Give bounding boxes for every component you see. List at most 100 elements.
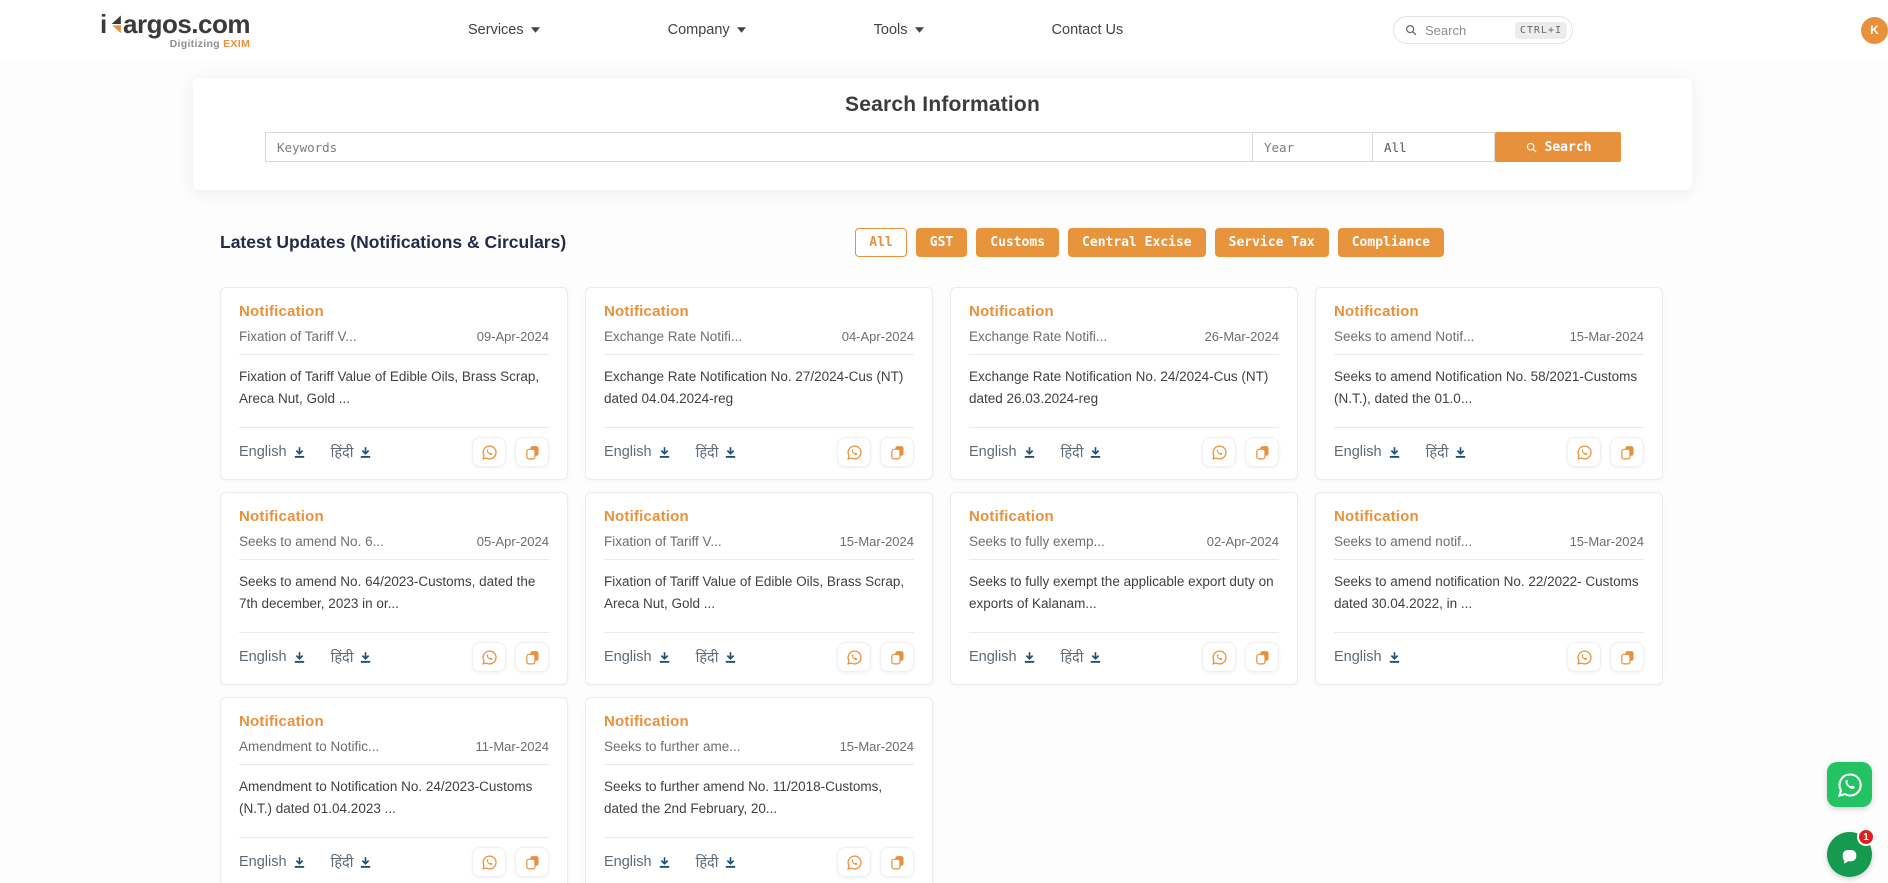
english-download-link[interactable]: English (239, 854, 307, 870)
shortcut-badge: CTRL+I (1515, 22, 1567, 39)
filter-button[interactable]: Service Tax (1215, 228, 1329, 257)
chat-widget-button[interactable]: 1 (1827, 832, 1872, 877)
user-avatar[interactable]: K (1861, 17, 1888, 44)
download-icon (723, 650, 738, 665)
header-search-input[interactable] (1425, 23, 1505, 38)
divider (239, 837, 549, 838)
divider (239, 427, 549, 428)
hindi-download-link[interactable]: हिंदी (331, 852, 374, 872)
card-subject[interactable]: Exchange Rate Notifi... (604, 329, 742, 344)
copy-button[interactable] (515, 847, 549, 877)
download-icon (358, 650, 373, 665)
divider (604, 559, 914, 560)
panel-title: Search Information (193, 93, 1692, 117)
card-subject[interactable]: Seeks to amend No. 6... (239, 534, 384, 549)
divider (239, 354, 549, 355)
category-select[interactable]: All (1372, 132, 1495, 162)
whatsapp-share-button[interactable] (837, 847, 871, 877)
card-subject[interactable]: Seeks to fully exemp... (969, 534, 1105, 549)
copy-button[interactable] (1245, 437, 1279, 467)
filter-button[interactable]: Central Excise (1068, 228, 1206, 257)
whatsapp-float-button[interactable] (1827, 762, 1872, 807)
card-type-label: Notification (969, 508, 1279, 525)
filter-button[interactable]: Compliance (1338, 228, 1444, 257)
card-subject-row: Fixation of Tariff V... 09-Apr-2024 (239, 329, 549, 344)
filter-button[interactable]: GST (916, 228, 967, 257)
divider (969, 354, 1279, 355)
filter-button[interactable]: All (855, 228, 906, 257)
card-subject-row: Seeks to fully exemp... 02-Apr-2024 (969, 534, 1279, 549)
english-download-link[interactable]: English (1334, 444, 1402, 460)
whatsapp-share-button[interactable] (1567, 437, 1601, 467)
top-navbar: i argos.com Digitizing EXIM Services Com… (0, 0, 1888, 60)
whatsapp-share-button[interactable] (837, 437, 871, 467)
whatsapp-icon (846, 854, 863, 871)
divider (969, 427, 1279, 428)
card-subject[interactable]: Fixation of Tariff V... (604, 534, 722, 549)
copy-button[interactable] (880, 642, 914, 672)
card-subject[interactable]: Seeks to amend notif... (1334, 534, 1472, 549)
keywords-input[interactable] (265, 132, 1253, 162)
copy-icon (889, 854, 906, 871)
whatsapp-icon (1211, 444, 1228, 461)
english-download-link[interactable]: English (1334, 649, 1402, 665)
hindi-download-link[interactable]: हिंदी (1426, 442, 1469, 462)
copy-button[interactable] (515, 642, 549, 672)
notification-card: Notification Amendment to Notific... 11-… (220, 697, 568, 883)
copy-button[interactable] (515, 437, 549, 467)
hindi-download-link[interactable]: हिंदी (696, 647, 739, 667)
copy-button[interactable] (1245, 642, 1279, 672)
hindi-download-link[interactable]: हिंदी (696, 852, 739, 872)
download-icon (723, 445, 738, 460)
copy-icon (524, 444, 541, 461)
whatsapp-share-button[interactable] (1202, 437, 1236, 467)
nav-item[interactable]: Tools (874, 22, 924, 38)
whatsapp-share-button[interactable] (1567, 642, 1601, 672)
notification-card: Notification Seeks to amend No. 6... 05-… (220, 492, 568, 685)
copy-button[interactable] (880, 437, 914, 467)
whatsapp-share-button[interactable] (472, 847, 506, 877)
filter-button[interactable]: Customs (976, 228, 1059, 257)
hindi-download-link[interactable]: हिंदी (331, 442, 374, 462)
hindi-download-link[interactable]: हिंदी (1061, 647, 1104, 667)
copy-button[interactable] (880, 847, 914, 877)
card-type-label: Notification (604, 303, 914, 320)
hindi-download-link[interactable]: हिंदी (331, 647, 374, 667)
english-download-link[interactable]: English (969, 649, 1037, 665)
card-subject[interactable]: Amendment to Notific... (239, 739, 379, 754)
hindi-download-link[interactable]: हिंदी (696, 442, 739, 462)
nav-item[interactable]: Contact Us (1052, 22, 1124, 38)
year-input[interactable] (1252, 132, 1373, 162)
copy-button[interactable] (1610, 437, 1644, 467)
hindi-label: हिंदी (1061, 647, 1084, 667)
card-footer: English हिंदी (604, 642, 914, 672)
logo-k-icon (108, 11, 122, 37)
hindi-download-link[interactable]: हिंदी (1061, 442, 1104, 462)
english-download-link[interactable]: English (604, 854, 672, 870)
card-subject[interactable]: Fixation of Tariff V... (239, 329, 357, 344)
copy-button[interactable] (1610, 642, 1644, 672)
notification-card: Notification Fixation of Tariff V... 15-… (585, 492, 933, 685)
header-search-box[interactable]: CTRL+I (1393, 16, 1573, 44)
english-download-link[interactable]: English (604, 649, 672, 665)
whatsapp-share-button[interactable] (1202, 642, 1236, 672)
english-download-link[interactable]: English (239, 649, 307, 665)
search-button[interactable]: Search (1495, 132, 1621, 162)
card-subject[interactable]: Seeks to amend Notif... (1334, 329, 1474, 344)
nav-item[interactable]: Services (468, 22, 540, 38)
divider (969, 559, 1279, 560)
whatsapp-share-button[interactable] (837, 642, 871, 672)
whatsapp-share-button[interactable] (472, 642, 506, 672)
notification-card: Notification Seeks to fully exemp... 02-… (950, 492, 1298, 685)
card-subject-row: Exchange Rate Notifi... 04-Apr-2024 (604, 329, 914, 344)
search-information-panel: Search Information All Search (193, 78, 1692, 190)
english-download-link[interactable]: English (604, 444, 672, 460)
nav-item[interactable]: Company (668, 22, 746, 38)
english-download-link[interactable]: English (969, 444, 1037, 460)
card-description: Fixation of Tariff Value of Edible Oils,… (604, 571, 914, 614)
whatsapp-share-button[interactable] (472, 437, 506, 467)
site-logo[interactable]: i argos.com Digitizing EXIM (100, 11, 250, 50)
english-download-link[interactable]: English (239, 444, 307, 460)
card-subject[interactable]: Exchange Rate Notifi... (969, 329, 1107, 344)
card-subject[interactable]: Seeks to further ame... (604, 739, 741, 754)
